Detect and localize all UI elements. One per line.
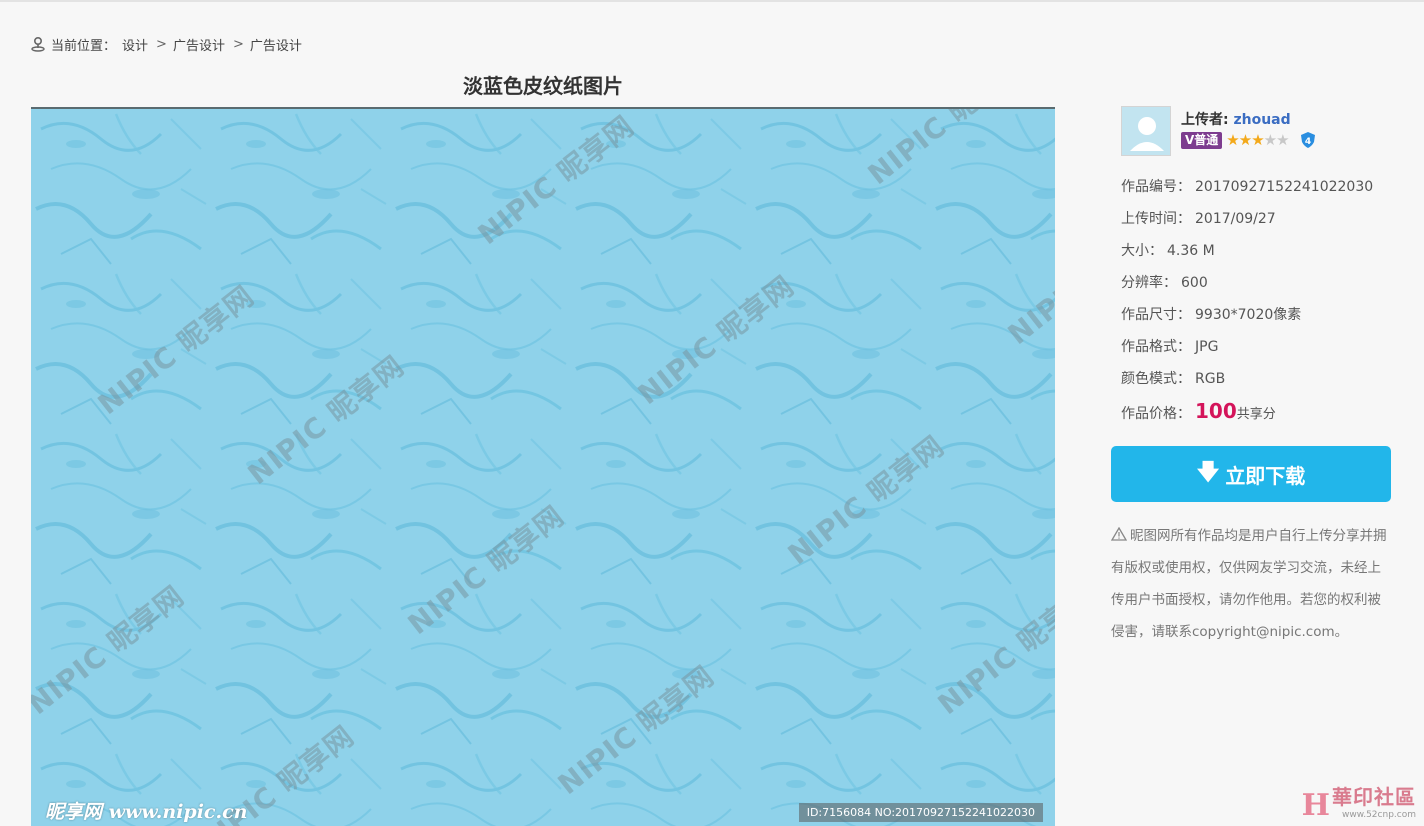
info-label: 分辨率： [1121, 275, 1177, 291]
page-title: 淡蓝色皮纹纸图片 [463, 74, 623, 98]
shield-level-text: 4 [1304, 137, 1310, 147]
price-value: 100 [1195, 399, 1237, 423]
image-id-strip: ID:7156084 NO:20170927152241022030 [798, 803, 1043, 822]
info-label: 作品尺寸： [1121, 307, 1191, 323]
star-icon: ★ [1251, 131, 1264, 149]
uploader-badges: V普通 ★★★★★ 4 [1181, 131, 1317, 149]
avatar[interactable] [1121, 106, 1171, 156]
info-label: 大小： [1121, 243, 1163, 259]
uploader-label: 上传者: [1181, 112, 1229, 128]
info-sidebar: 上传者: zhouad V普通 ★★★★★ 4 作品编号： 20170927152… [1111, 106, 1401, 640]
breadcrumb-prefix: 当前位置： [51, 38, 117, 54]
copyright-notice: 昵图网所有作品均是用户自行上传分享并拥有版权或使用权，仅供网友学习交流，未经上传… [1111, 520, 1393, 648]
info-value: 20170927152241022030 [1195, 179, 1374, 195]
nipic-logo: 昵享网 www.nipic.cn [45, 801, 248, 823]
site-name: 華印社區 [1332, 785, 1416, 809]
info-value: 600 [1181, 275, 1208, 291]
star-icon: ★ [1263, 131, 1277, 149]
info-label: 作品编号： [1121, 179, 1191, 195]
breadcrumb: 当前位置： 设计 > 广告设计 > 广告设计 [30, 35, 302, 54]
breadcrumb-separator: > [232, 36, 244, 52]
info-value: 2017/09/27 [1195, 211, 1276, 227]
site-url: www.52cnp.com [1341, 810, 1416, 820]
info-row-dimensions: 作品尺寸： 9930*7020像素 [1121, 306, 1373, 338]
breadcrumb-separator: > [156, 36, 167, 52]
download-arrow-icon: 🡇 [1196, 460, 1220, 485]
info-value: 9930*7020像素 [1195, 307, 1302, 323]
uploader-card: 上传者: zhouad V普通 ★★★★★ 4 [1111, 106, 1401, 158]
breadcrumb-item-ad-design[interactable]: 广告设计 [173, 35, 225, 54]
info-value: RGB [1195, 371, 1226, 387]
info-label: 上传时间： [1121, 211, 1191, 227]
site-logo: H [1301, 788, 1330, 823]
price-label: 作品价格： [1121, 406, 1191, 422]
info-row-format: 作品格式： JPG [1121, 338, 1373, 370]
star-icon: ★ [1276, 131, 1289, 149]
price-unit: 共享分 [1236, 407, 1276, 422]
site-watermark: H 華印社區 www.52cnp.com [1301, 781, 1416, 823]
info-value: 4.36 M [1167, 243, 1215, 259]
info-label: 颜色模式： [1121, 371, 1191, 387]
work-info-list: 作品编号： 20170927152241022030 上传时间： 2017/09/2… [1121, 178, 1373, 434]
star-icon: ★ [1226, 131, 1239, 149]
shield-level-icon: 4 [1300, 132, 1315, 148]
info-row-color-mode: 颜色模式： RGB [1121, 370, 1373, 402]
info-value: JPG [1195, 339, 1219, 355]
rating-stars: ★★★★★ [1226, 131, 1289, 149]
warning-icon [1111, 527, 1127, 541]
top-divider [0, 0, 1424, 2]
breadcrumb-item-ad-design-sub[interactable]: 广告设计 [250, 35, 302, 54]
info-row-resolution: 分辨率： 600 [1121, 274, 1373, 306]
info-row-upload-time: 上传时间： 2017/09/27 [1121, 210, 1373, 242]
vip-badge: V普通 [1181, 131, 1223, 149]
preview-image[interactable]: NIPIC 昵享网 NIPIC 昵享网 NIPIC 昵享网 NIPIC 昵享网 … [31, 107, 1055, 826]
star-icon: ★ [1238, 131, 1252, 149]
uploader-line: 上传者: zhouad [1181, 109, 1291, 129]
avatar-placeholder-icon [1122, 107, 1170, 155]
uploader-name-link[interactable]: zhouad [1233, 112, 1290, 128]
info-label: 作品格式： [1121, 339, 1191, 355]
info-row-price: 作品价格： 100共享分 [1121, 399, 1373, 434]
info-row-size: 大小： 4.36 M [1121, 242, 1373, 274]
copyright-notice-text: 昵图网所有作品均是用户自行上传分享并拥有版权或使用权，仅供网友学习交流，未经上传… [1111, 528, 1387, 640]
download-button[interactable]: 🡇 立即下载 [1111, 446, 1391, 502]
download-button-label: 立即下载 [1225, 463, 1306, 488]
breadcrumb-item-design[interactable]: 设计 [122, 35, 148, 54]
info-row-id: 作品编号： 20170927152241022030 [1121, 178, 1373, 210]
location-icon [31, 36, 45, 52]
